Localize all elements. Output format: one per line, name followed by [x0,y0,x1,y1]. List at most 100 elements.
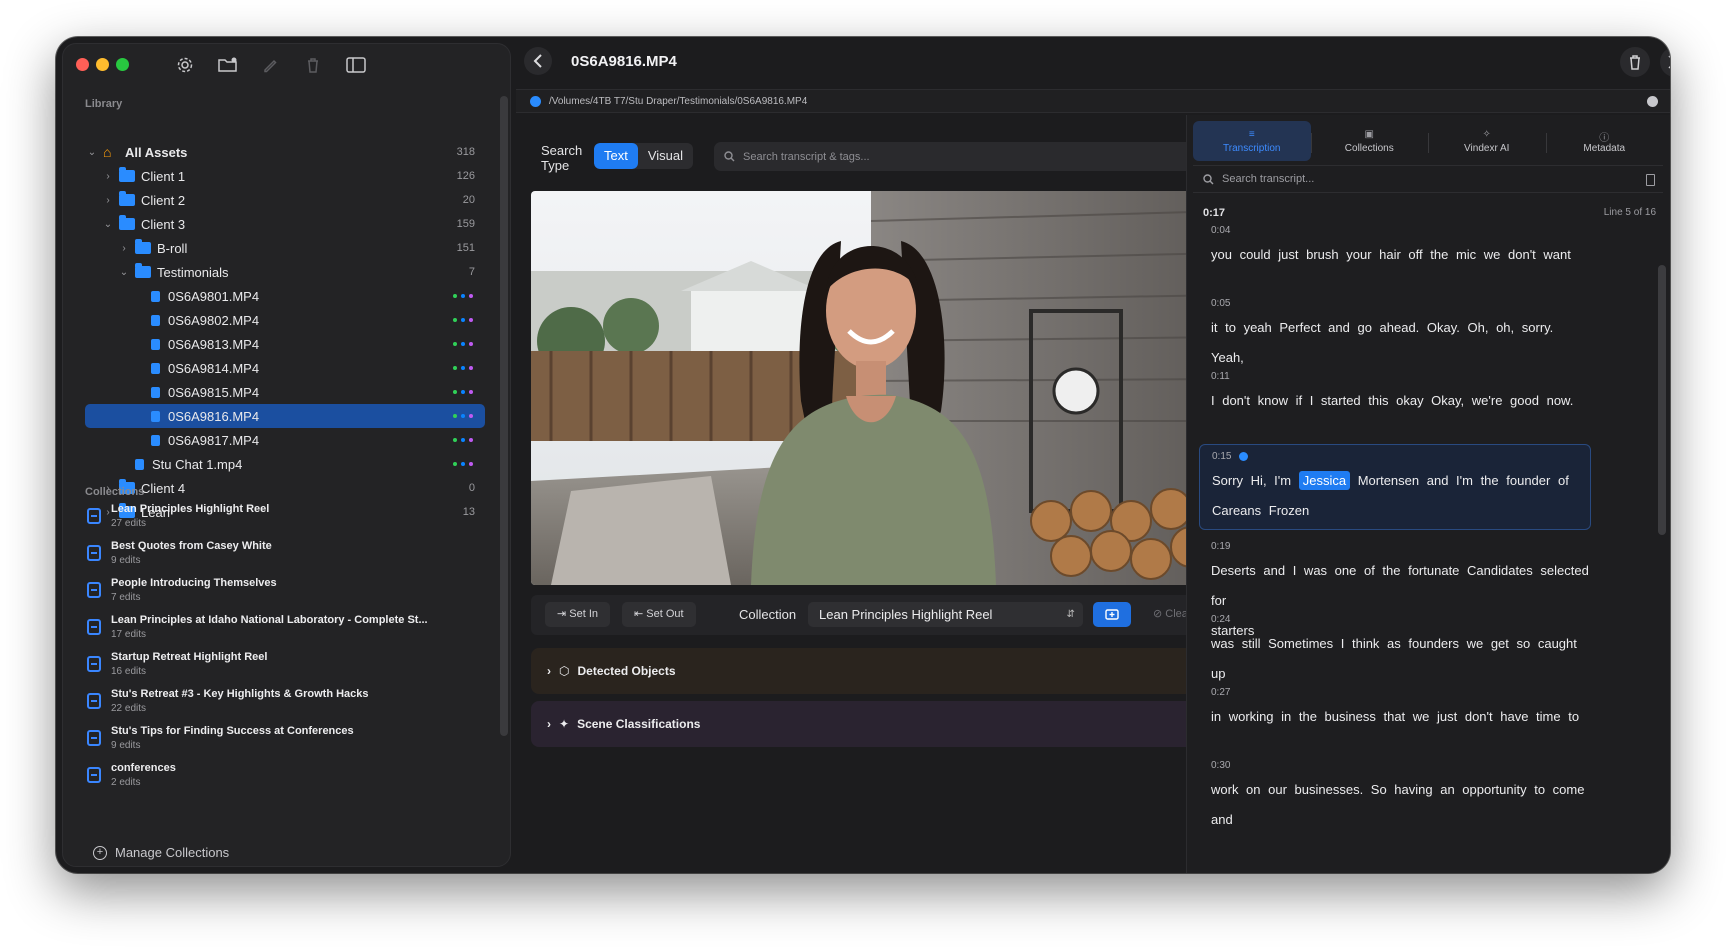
segment-text: was still Sometimes I think as founders … [1199,629,1591,689]
transcript-segment[interactable]: 0:04 you could just brush your hair off t… [1199,225,1591,270]
transcript-segment[interactable]: 0:27 in working in the business that we j… [1199,687,1591,732]
scene-classifications-panel[interactable]: › ✦ Scene Classifications 6 [531,701,1229,747]
segment-text-pre: Sorry Hi, I'm [1212,473,1292,488]
tree-item[interactable]: 0S6A9815.MP4 [85,380,485,404]
segment-text-line: Deserts and I was one of the fortunate C… [1211,563,1589,608]
status-dots [453,342,473,346]
transcript-segment[interactable]: 0:11 I don't know if I started this okay … [1199,371,1591,416]
tree-item[interactable]: 0S6A9816.MP4 [85,404,485,428]
chevron-right-icon[interactable]: › [117,243,131,254]
gear-icon[interactable] [174,54,196,76]
collection-item[interactable]: People Introducing Themselves 7 edits [83,574,493,610]
tree-item-count: 7 [468,266,475,278]
tree-item-label: Testimonials [157,264,229,280]
tree-item[interactable]: Stu Chat 1.mp4 [85,452,485,476]
collection-item[interactable]: Lean Principles at Idaho National Labora… [83,611,493,647]
tree-item[interactable]: › Client 2 20 [85,188,485,212]
search-type-visual-option[interactable]: Visual [638,143,693,169]
collection-item[interactable]: conferences 2 edits [83,759,493,795]
tagged-dot [469,366,473,370]
processed-dot [453,390,457,394]
tree-item-count: 20 [462,194,475,206]
tree-item[interactable]: › Client 40 [85,476,485,500]
transcript-segment[interactable]: 0:30 work on our businesses. So having an… [1199,760,1591,835]
zoom-window-button[interactable] [116,58,129,71]
chevron-right-icon[interactable]: › [101,195,115,206]
detected-objects-panel[interactable]: › ⬡ Detected Objects 3 [531,648,1229,694]
video-player[interactable] [531,191,1229,585]
tree-item[interactable]: 0S6A9801.MP4 [85,284,485,308]
tab-transcription[interactable]: ≡ Transcription [1193,121,1311,161]
segment-text: Deserts and I was one of the fortunate C… [1199,556,1591,616]
collection-item[interactable]: Startup Retreat Highlight Reel 16 edits [83,648,493,684]
detected-objects-header: › ⬡ Detected Objects [547,664,676,678]
tree-item[interactable]: ⌄ Client 3 159 [85,212,485,236]
collection-icon [87,508,101,524]
edit-pencil-icon[interactable] [259,54,281,76]
transcript-segment[interactable]: 0:15 Sorry Hi, I'm Jessica Mortensen and … [1199,444,1591,530]
tab-vindexr-ai[interactable]: ✧ Vindexr AI [1428,121,1546,161]
tree-item-label: 0S6A9816.MP4 [168,408,260,424]
sparkle-icon: ✦ [559,717,570,731]
collection-item[interactable]: Best Quotes from Casey White 9 edits [83,537,493,573]
set-in-icon: ⇥ [557,608,570,620]
tree-item[interactable]: 0S6A9813.MP4 [85,332,485,356]
search-type-toggle: Text Visual [594,143,694,169]
tab-metadata[interactable]: ⓘ Metadata [1546,121,1664,161]
collection-item[interactable]: Stu's Tips for Finding Success at Confer… [83,722,493,758]
transcript-search-input[interactable]: Search transcript... [1193,165,1663,193]
chevron-down-icon[interactable]: ⌄ [117,267,131,278]
transcribed-dot [461,318,465,322]
back-button[interactable] [524,47,552,75]
search-input[interactable]: Search transcript & tags... [714,142,1214,171]
tagged-dot [469,342,473,346]
playing-indicator-icon [1239,451,1249,461]
collection-select[interactable]: Lean Principles Highlight Reel ⇵ [808,602,1083,627]
segment-timestamp: 0:15 [1200,451,1590,462]
double-chevron-right-icon [1668,55,1670,69]
collection-title: conferences [111,762,176,774]
transcript-scrollbar[interactable] [1658,265,1666,535]
tree-item[interactable]: ⌄ Testimonials 7 [85,260,485,284]
status-dots [453,390,473,394]
manage-collections-button[interactable]: + Manage Collections [93,845,229,860]
close-window-button[interactable] [76,58,89,71]
set-out-button[interactable]: ⇤ Set Out [622,602,696,627]
add-to-collection-button[interactable] [1093,602,1131,627]
tree-item[interactable]: › Client 1 126 [85,164,485,188]
tree-item[interactable]: ⌄ ⌂ All Assets 318 [85,140,485,164]
transcript-segment[interactable]: 0:05 it to yeah Perfect and go ahead. Oka… [1199,298,1591,373]
collection-icon [87,582,101,598]
new-folder-icon[interactable] [217,54,239,76]
chevron-down-icon[interactable]: ⌄ [101,219,115,230]
tagged-dot [469,414,473,418]
close-path-icon[interactable] [1647,96,1658,107]
collection-item[interactable]: Stu's Retreat #3 - Key Highlights & Grow… [83,685,493,721]
collection-title: Lean Principles at Idaho National Labora… [111,614,428,626]
chevron-down-icon[interactable]: ⌄ [85,147,99,158]
tree-item-label: 0S6A9813.MP4 [168,336,260,352]
tree-item[interactable]: 0S6A9814.MP4 [85,356,485,380]
segment-text-line2: Careans Frozen [1212,503,1310,518]
tab-collections[interactable]: ▣ Collections [1311,121,1429,161]
set-in-button[interactable]: ⇥ Set In [545,602,611,627]
minimize-window-button[interactable] [96,58,109,71]
transcript-segment[interactable]: 0:24 was still Sometimes I think as found… [1199,614,1591,689]
video-file-icon [151,314,160,326]
transcribed-dot [461,462,465,466]
tree-item[interactable]: 0S6A9802.MP4 [85,308,485,332]
search-type-text-option[interactable]: Text [594,143,638,169]
sidebar-scrollbar[interactable] [500,96,508,736]
chevron-right-icon[interactable]: › [101,171,115,182]
status-dots [453,318,473,322]
expand-panel-button[interactable] [1660,47,1670,77]
delete-button[interactable] [1620,47,1650,77]
document-icon[interactable] [1646,174,1655,186]
toggle-sidebar-icon[interactable] [345,54,367,76]
tree-item[interactable]: › B-roll 151 [85,236,485,260]
cube-icon: ⬡ [559,664,570,678]
collection-item[interactable]: Lean Principles Highlight Reel 27 edits [83,500,493,536]
tab-divider [1428,133,1429,153]
trash-icon[interactable] [302,54,324,76]
tree-item[interactable]: 0S6A9817.MP4 [85,428,485,452]
